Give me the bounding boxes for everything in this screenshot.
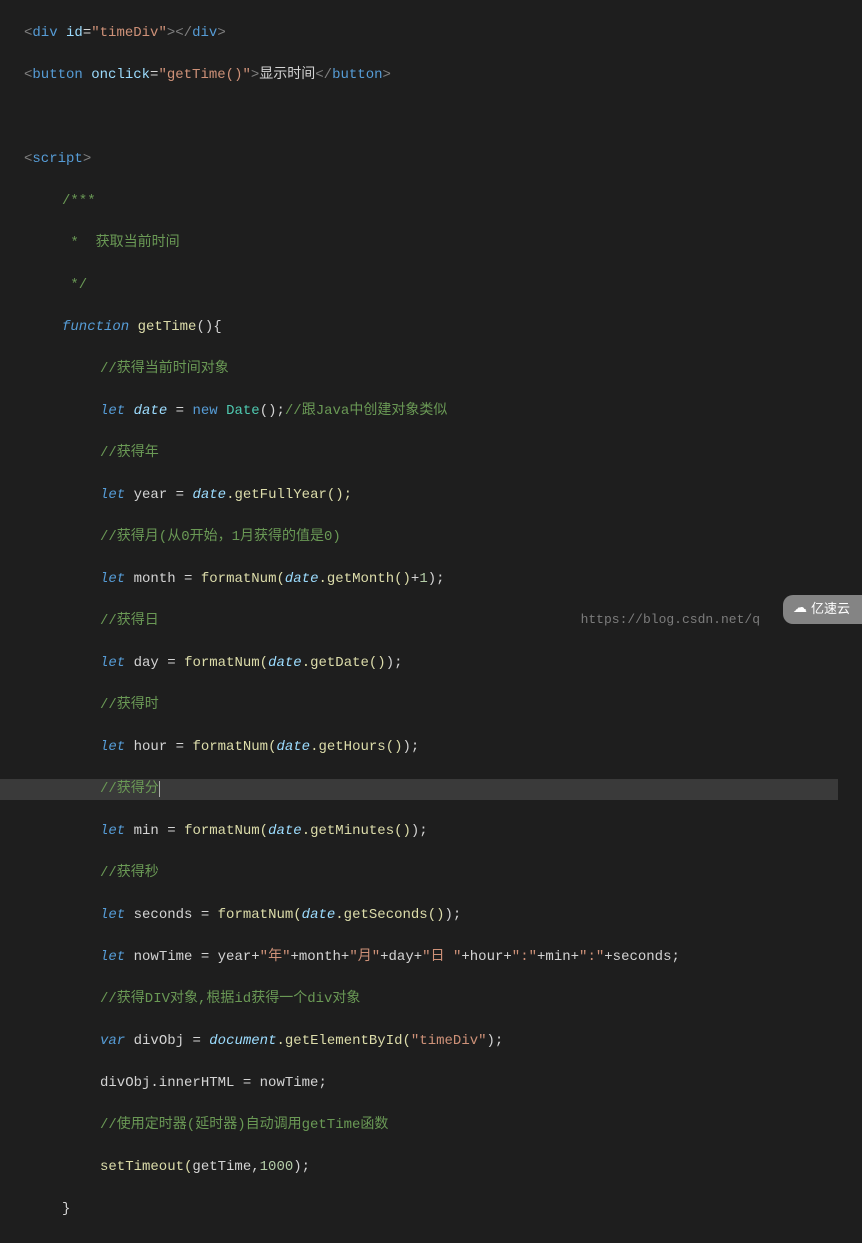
code-line: //获得年	[24, 443, 862, 464]
code-line: <button onclick="getTime()">显示时间</button…	[24, 65, 862, 86]
code-line: let day = formatNum(date.getDate());	[24, 653, 862, 674]
code-line: <div id="timeDiv"></div>	[24, 23, 862, 44]
code-line: //获得时	[24, 695, 862, 716]
cloud-icon: ☁	[793, 599, 807, 620]
code-line: let date = new Date();//跟Java中创建对象类似	[24, 401, 862, 422]
code-line: divObj.innerHTML = nowTime;	[24, 1073, 862, 1094]
code-line: let nowTime = year+"年"+month+"月"+day+"日 …	[24, 947, 862, 968]
code-line: let min = formatNum(date.getMinutes());	[24, 821, 862, 842]
code-line-active: //获得分	[0, 779, 838, 800]
code-line: //获得月(从0开始，1月获得的值是0)	[24, 527, 862, 548]
code-line: var divObj = document.getElementById("ti…	[24, 1031, 862, 1052]
code-line: let month = formatNum(date.getMonth()+1)…	[24, 569, 862, 590]
code-line: //获得当前时间对象	[24, 359, 862, 380]
watermark-text: 亿速云	[811, 599, 850, 620]
code-line: let seconds = formatNum(date.getSeconds(…	[24, 905, 862, 926]
code-line: <script>	[24, 149, 862, 170]
code-line: }	[24, 1199, 862, 1220]
code-line: /***	[24, 191, 862, 212]
code-line: let hour = formatNum(date.getHours());	[24, 737, 862, 758]
code-line: * 获取当前时间	[24, 233, 862, 254]
code-line: setTimeout(getTime,1000);	[24, 1157, 862, 1178]
code-line: let year = date.getFullYear();	[24, 485, 862, 506]
code-line: */	[24, 275, 862, 296]
code-line	[24, 107, 862, 128]
code-line: //获得DIV对象,根据id获得一个div对象	[24, 989, 862, 1010]
watermark-badge: ☁ 亿速云	[783, 595, 862, 624]
code-line: //获得秒	[24, 863, 862, 884]
source-url: https://blog.csdn.net/q	[581, 609, 760, 630]
code-line: //使用定时器(延时器)自动调用getTime函数	[24, 1115, 862, 1136]
code-line: function getTime(){	[24, 317, 862, 338]
